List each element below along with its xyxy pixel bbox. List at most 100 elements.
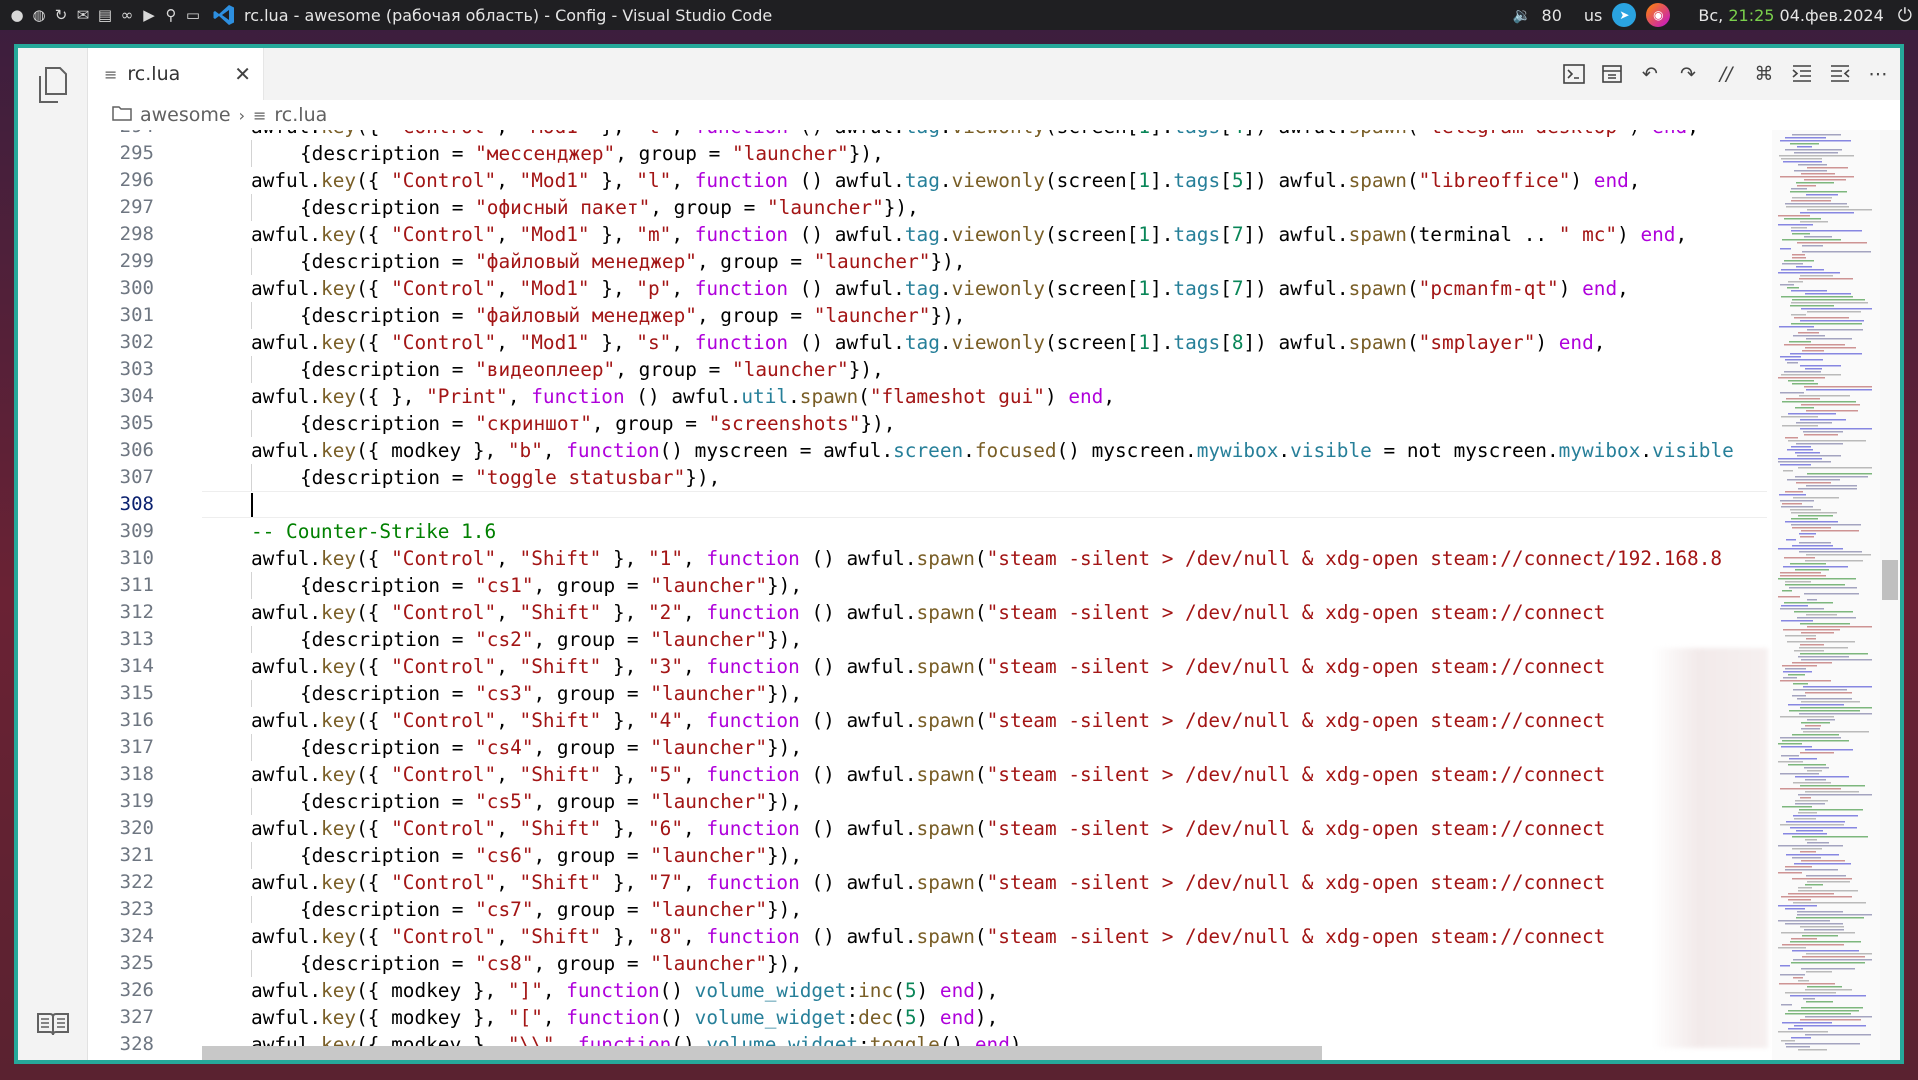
code-token: "pcmanfm-qt" (1418, 277, 1559, 300)
indent-icon[interactable] (1788, 60, 1816, 88)
code-line[interactable]: awful.key({ "Control", "Mod1" }, "p", fu… (202, 275, 1629, 302)
breadcrumb-folder[interactable]: awesome (140, 104, 231, 126)
code-line[interactable]: awful.key({ "Control", "Shift" }, "3", f… (202, 653, 1605, 680)
code-editor[interactable]: 294 295 296 297 298 299 300 301 302 303 304 305 306 3… (88, 130, 1900, 1060)
code-token: , (683, 817, 707, 840)
code-line[interactable]: awful.key({ "Control", "Mod1" }, "t", fu… (202, 130, 1699, 140)
code-line[interactable]: awful.key({ "Control", "Mod1" }, "l", fu… (202, 167, 1640, 194)
code-lines[interactable]: awful.key({ "Control", "Mod1" }, "t", fu… (202, 130, 1767, 1060)
line-number: 295 (119, 142, 154, 164)
volume-level[interactable]: 80 (1542, 6, 1562, 25)
code-line[interactable]: awful.key({ "Control", "Shift" }, "4", f… (202, 707, 1605, 734)
file-lines-icon: ≡ (253, 105, 267, 125)
refresh-icon[interactable]: ↻ (50, 0, 72, 30)
github-icon[interactable]: ● (6, 0, 28, 30)
code-line[interactable]: {description = "cs1", group = "launcher"… (202, 572, 802, 599)
code-line[interactable]: {description = "cs2", group = "launcher"… (202, 626, 802, 653)
code-token: 5 (1231, 169, 1244, 192)
code-line[interactable]: awful.key({ modkey }, "]", function() vo… (202, 977, 998, 1004)
outdent-icon[interactable] (1826, 60, 1854, 88)
code-token: ({ (356, 817, 392, 840)
vertical-scrollbar[interactable] (1880, 130, 1900, 1060)
minimap-line (1783, 833, 1827, 835)
code-line[interactable]: awful.key({ "Control", "Shift" }, "1", f… (202, 545, 1722, 572)
code-line[interactable]: {description = "cs4", group = "launcher"… (202, 734, 802, 761)
line-number: 300 (119, 277, 154, 299)
code-line[interactable]: awful.key({ modkey }, "[", function() vo… (202, 1004, 998, 1031)
code-line[interactable]: {description = "cs6", group = "launcher"… (202, 842, 802, 869)
toggle-comment-icon[interactable]: // (1712, 60, 1740, 88)
code-token: , (496, 130, 519, 138)
undo-icon[interactable]: ↶ (1636, 60, 1664, 88)
code-line[interactable]: {description = "cs3", group = "launcher"… (202, 680, 802, 707)
code-line[interactable]: awful.key({ "Control", "Shift" }, "2", f… (202, 599, 1605, 626)
code-token: "cs3" (475, 682, 534, 705)
code-line[interactable]: awful.key({ }, "Print", function () awfu… (202, 383, 1115, 410)
code-line[interactable]: awful.key({ modkey }, "b", function() my… (202, 437, 1734, 464)
code-line[interactable]: {description = "видеоплеер", group = "la… (202, 356, 884, 383)
code-line[interactable]: -- Counter-Strike 1.6 (202, 518, 496, 545)
code-line[interactable]: {description = "cs7", group = "launcher"… (202, 896, 802, 923)
code-line[interactable]: {description = "скриншот", group = "scre… (202, 410, 895, 437)
speaker-icon[interactable]: 🔉 (1513, 6, 1532, 24)
terminal-icon[interactable] (1560, 60, 1588, 88)
code-line[interactable]: {description = "cs8", group = "launcher"… (202, 950, 802, 977)
minimap-line (1795, 407, 1814, 409)
line-number: 325 (119, 952, 154, 974)
keyboard-layout[interactable]: us (1584, 6, 1602, 25)
minimap-line (1805, 1034, 1871, 1036)
minimap[interactable] (1772, 130, 1880, 1060)
code-line[interactable]: {description = "cs5", group = "launcher"… (202, 788, 802, 815)
minimap-line (1781, 158, 1822, 160)
reading-mode-icon[interactable] (36, 1010, 70, 1042)
redacted-area (1652, 648, 1768, 1048)
code-line[interactable]: awful.key({ "Control", "Shift" }, "6", f… (202, 815, 1605, 842)
firefox-icon[interactable]: ◉ (1646, 3, 1671, 27)
chat-icon[interactable]: ✉ (72, 0, 94, 30)
play-icon[interactable]: ▶ (138, 0, 160, 30)
code-line[interactable]: {description = "офисный пакет", group = … (202, 194, 919, 221)
link-icon[interactable]: ∞ (116, 0, 138, 30)
code-token: end (1593, 169, 1629, 192)
code-token: {description = (300, 628, 476, 651)
minimap-line (1778, 845, 1843, 847)
scrollbar-thumb[interactable] (1882, 560, 1898, 600)
code-token: myscreen. (1441, 439, 1559, 462)
close-tab-icon[interactable]: ✕ (234, 62, 251, 86)
code-line[interactable]: {description = "мессенджер", group = "la… (202, 140, 884, 167)
telegram-icon[interactable]: ➤ (1612, 3, 1637, 27)
code-line[interactable]: awful.key({ "Control", "Shift" }, "5", f… (202, 761, 1605, 788)
horizontal-scrollbar[interactable] (202, 1046, 1322, 1060)
power-icon[interactable]: ⏻ (1898, 5, 1912, 26)
clock[interactable]: Вс, 21:25 04.фев.2024 (1698, 6, 1883, 25)
indent-guide (202, 545, 251, 572)
minimap-line (1778, 1031, 1828, 1033)
code-token: 8 (1231, 331, 1244, 354)
code-line[interactable]: awful.key({ "Control", "Shift" }, "8", f… (202, 923, 1605, 950)
document-icon[interactable]: ▤ (94, 0, 116, 30)
pin-icon[interactable]: ⚲ (160, 0, 182, 30)
code-line[interactable]: {description = "файловый менеджер", grou… (202, 248, 965, 275)
redo-icon[interactable]: ↷ (1674, 60, 1702, 88)
breadcrumb-file[interactable]: rc.lua (274, 104, 327, 126)
globe-icon[interactable]: ◍ (28, 0, 50, 30)
code-token: "Control" (391, 655, 497, 678)
code-line[interactable]: {description = "файловый менеджер", grou… (202, 302, 965, 329)
code-line[interactable] (202, 491, 253, 518)
code-line[interactable]: {description = "toggle statusbar"}), (202, 464, 720, 491)
minimap-line (1792, 233, 1810, 235)
code-token: "7" (647, 871, 684, 894)
explorer-icon[interactable] (36, 66, 70, 108)
keymap-icon[interactable]: ⌘ (1750, 60, 1778, 88)
open-changes-icon[interactable] (1598, 60, 1626, 88)
tab-rc-lua[interactable]: ≡ rc.lua ✕ (88, 48, 264, 100)
code-line[interactable]: awful.key({ "Control", "Mod1" }, "s", fu… (202, 329, 1605, 356)
minimap-line (1785, 923, 1843, 925)
indent-guide (202, 167, 251, 194)
more-icon[interactable]: ⋯ (1864, 60, 1892, 88)
code-line[interactable]: awful.key({ "Control", "Shift" }, "7", f… (202, 869, 1605, 896)
vscode-icon[interactable] (210, 0, 238, 30)
minimap-line (1786, 821, 1845, 823)
terminal-icon[interactable]: ▭ (182, 0, 204, 30)
code-line[interactable]: awful.key({ "Control", "Mod1" }, "m", fu… (202, 221, 1687, 248)
